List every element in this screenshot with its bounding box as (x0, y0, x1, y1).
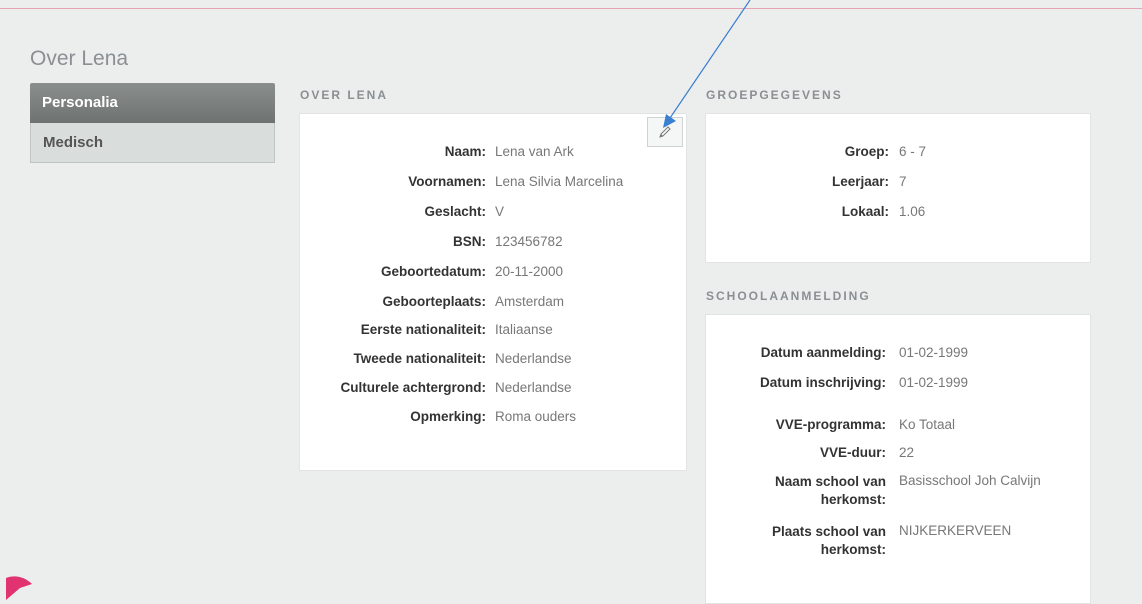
field-value: 01-02-1999 (899, 375, 969, 390)
field-value: Basisschool Joh Calvijn (899, 473, 1041, 488)
field-label: Culturele achtergrond: (340, 380, 486, 395)
field-label: Tweede nationaliteit: (353, 351, 486, 366)
field-value: 20-11-2000 (495, 264, 564, 279)
top-divider (0, 8, 1142, 9)
field-label: Naam: (444, 144, 486, 159)
field-label: Datum inschrijving: (759, 375, 886, 390)
field-label: VVE-duur: (820, 445, 886, 460)
field-value: Ko Totaal (899, 417, 956, 432)
over-card: Naam: Lena van Ark Voornamen: Lena Silvi… (299, 113, 687, 471)
field-label: Datum aanmelding: (760, 345, 886, 360)
field-label: Plaats school van herkomst: (771, 524, 886, 557)
field-value: Amsterdam (495, 294, 565, 309)
groep-card: Groep: 6 - 7 Leerjaar: 7 Lokaal: 1.06 (705, 113, 1091, 263)
field-value: 123456782 (495, 234, 563, 249)
field-label: Lokaal: (841, 204, 889, 219)
field-value: 01-02-1999 (899, 345, 969, 360)
edit-button[interactable] (647, 117, 683, 147)
field-value: 7 (899, 174, 907, 189)
field-value: NIJKERKERVEEN (899, 523, 1012, 538)
sidebar-nav: Personalia Medisch (30, 83, 275, 163)
field-label: BSN: (453, 234, 486, 249)
field-value: 1.06 (899, 204, 926, 219)
field-label: Opmerking: (410, 409, 486, 424)
field-value: Roma ouders (495, 409, 577, 424)
field-value: Lena Silvia Marcelina (495, 174, 624, 189)
field-label: Voornamen: (408, 174, 486, 189)
field-value: V (495, 204, 505, 219)
field-label: Leerjaar: (831, 174, 889, 189)
page-title: Over Lena (30, 47, 129, 70)
section-title-over: OVER LENA (300, 88, 389, 102)
school-card: Datum aanmelding: 01-02-1999 Datum insch… (705, 314, 1091, 604)
field-label: Geboorteplaats: (382, 294, 486, 309)
field-label: Eerste nationaliteit: (360, 322, 486, 337)
pink-logo-fragment (6, 576, 32, 600)
sidebar-item-personalia[interactable]: Personalia (30, 83, 275, 123)
field-value: 6 - 7 (899, 144, 927, 159)
field-value: Nederlandse (495, 351, 572, 366)
field-label: Groep: (844, 144, 889, 159)
section-title-school: SCHOOLAANMELDING (706, 289, 871, 303)
field-value: 22 (899, 445, 915, 460)
sidebar-item-medisch[interactable]: Medisch (30, 123, 275, 163)
field-value: Lena van Ark (495, 144, 574, 159)
field-label: VVE-programma: (775, 417, 886, 432)
field-value: Nederlandse (495, 380, 572, 395)
field-label: Naam school van herkomst: (774, 474, 886, 507)
field-value: Italiaanse (495, 322, 553, 337)
pencil-icon (659, 126, 671, 138)
field-label: Geboortedatum: (380, 264, 486, 279)
field-label: Geslacht: (424, 204, 486, 219)
section-title-groep: GROEPGEGEVENS (706, 88, 843, 102)
